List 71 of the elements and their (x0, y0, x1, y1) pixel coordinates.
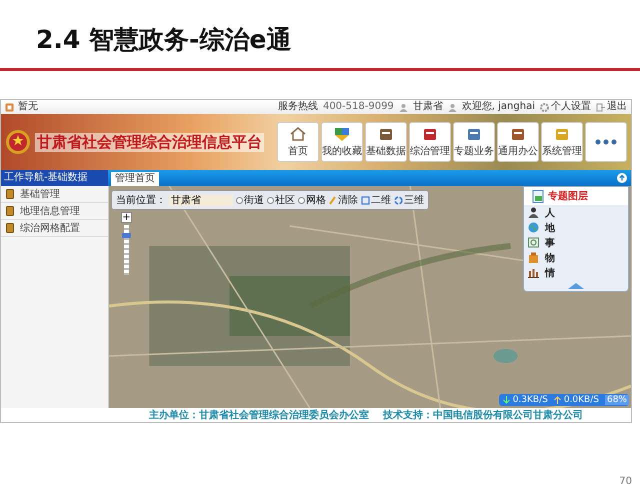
sidebar-item[interactable]: 基础管理 (1, 186, 108, 203)
slide-title: 2.4 智慧政务-综治e通 (36, 24, 292, 56)
hotline-number: 400-518-9099 (322, 100, 394, 114)
dots-icon (595, 139, 617, 145)
notice-text: 暂无 (18, 100, 38, 114)
support-text: 技术支持：中国电信股份有限公司甘肃分公司 (383, 408, 583, 422)
nav-tile[interactable]: 综治管理 (409, 122, 451, 162)
platform-title: 甘肃省社会管理综合治理信息平台 (35, 132, 264, 152)
folder-icon (378, 126, 394, 140)
frame-icon (528, 237, 539, 248)
logout-link[interactable]: 退出 (596, 100, 627, 114)
radio-option[interactable]: 社区 (267, 193, 295, 207)
user-icon (398, 102, 408, 112)
sidebar-item[interactable]: 综治网格配置 (1, 220, 108, 237)
layer-item[interactable]: 事 (524, 235, 628, 250)
usage-percent: 68% (604, 395, 629, 405)
tab[interactable]: 管理首页 (111, 172, 159, 186)
nav-tile[interactable]: 系统管理 (541, 122, 583, 162)
zoom-slider-thumb[interactable] (122, 232, 131, 238)
zoom-in-button[interactable]: + (121, 212, 132, 223)
sidebar-title: 工作导航-基础数据 (1, 170, 108, 186)
location-label: 当前位置： (116, 194, 166, 207)
layer-item[interactable]: 人 (524, 205, 628, 220)
hotline-label: 服务热线 (278, 100, 318, 114)
collapse-arrow-icon[interactable] (568, 283, 584, 289)
refresh-icon (394, 196, 403, 204)
down-arrow-icon (502, 396, 510, 404)
region-text: 甘肃省 (412, 100, 443, 114)
radio-option[interactable]: 网格 (298, 193, 326, 207)
brush-icon (329, 196, 337, 204)
location-field[interactable]: 甘肃省 (169, 194, 233, 206)
tiles-icon (334, 126, 350, 140)
folder-icon (554, 126, 570, 140)
collapse-icon[interactable] (617, 173, 627, 183)
exit-icon (596, 102, 605, 112)
user-icon (448, 102, 457, 112)
folder-icon (466, 126, 482, 140)
gear-icon (540, 102, 549, 112)
layer-item[interactable]: 情 (524, 265, 628, 280)
clear-button[interactable]: 清除 (329, 193, 358, 207)
view-button[interactable]: 二维 (361, 193, 391, 207)
box-icon (528, 252, 539, 263)
folder-icon (510, 126, 526, 140)
layers-icon (532, 190, 544, 202)
upload-speed: 0.0KB/S (554, 395, 599, 405)
folder-icon (422, 126, 438, 140)
square-icon (361, 196, 370, 204)
sidebar-item[interactable]: 地理信息管理 (1, 203, 108, 220)
house-icon (290, 126, 306, 140)
emblem-icon (5, 129, 31, 155)
notice-icon (5, 102, 14, 112)
nav-tile[interactable]: 我的收藏 (321, 122, 363, 162)
page-number: 70 (619, 476, 632, 487)
layer-item[interactable]: 物 (524, 250, 628, 265)
welcome-text: 欢迎您, janghai (462, 100, 535, 114)
bar-chart-icon (528, 267, 539, 278)
nav-tile[interactable]: 首页 (277, 122, 319, 162)
globe-icon (528, 222, 539, 233)
more-button[interactable] (585, 122, 627, 162)
radio-option[interactable]: 街道 (236, 193, 264, 207)
view-button[interactable]: 三维 (394, 193, 424, 207)
nav-tile[interactable]: 通用办公 (497, 122, 539, 162)
layers-title: 专题图层 (548, 190, 588, 203)
up-arrow-icon (554, 396, 561, 404)
download-speed: 0.3KB/S (502, 395, 548, 405)
layer-item[interactable]: 地 (524, 220, 628, 235)
settings-link[interactable]: 个人设置 (540, 100, 591, 114)
sponsor-text: 主办单位：甘肃省社会管理综合治理委员会办公室 (149, 408, 369, 422)
nav-tile[interactable]: 基础数据 (365, 122, 407, 162)
person-icon (528, 207, 539, 218)
nav-tile[interactable]: 专题业务 (453, 122, 495, 162)
